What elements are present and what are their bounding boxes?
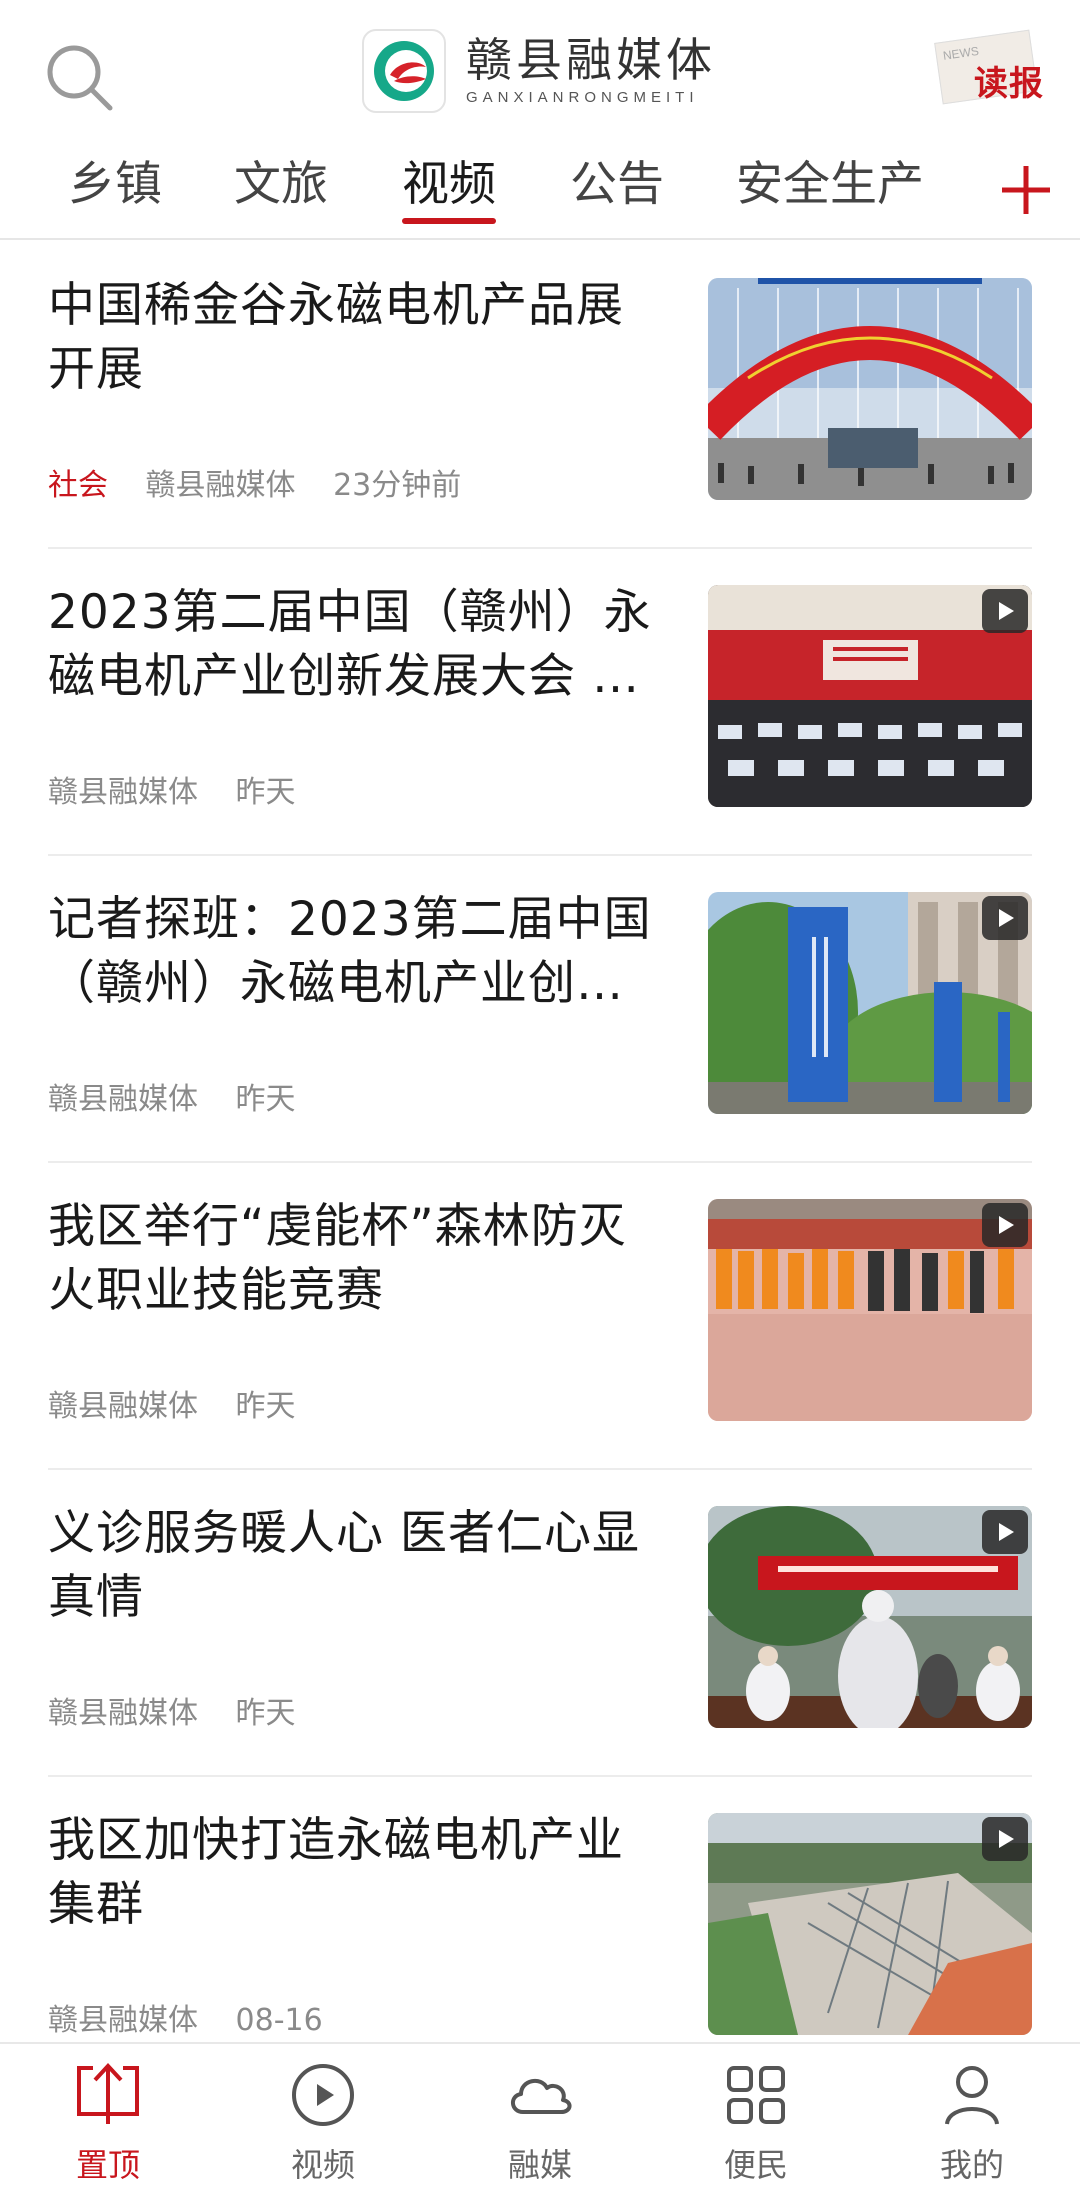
nav-media[interactable]: 融媒 <box>470 2060 610 2190</box>
active-tab-indicator <box>402 218 496 224</box>
news-source: 赣县融媒体 <box>48 2003 198 2038</box>
tab-towns[interactable]: 乡镇 <box>68 150 162 230</box>
bottom-navigation: 置顶 视频 融媒 便民 我的 <box>0 2042 1080 2196</box>
news-title: 记者探班：2023第二届中国（赣州）永磁电机产业创… <box>48 892 652 1011</box>
news-thumbnail <box>708 1199 1032 1421</box>
play-icon <box>982 1203 1028 1247</box>
add-channel-button[interactable] <box>996 160 1056 220</box>
news-item[interactable]: 我区加快打造永磁电机产业集群 赣县融媒体 08-16 <box>48 1777 1032 2084</box>
nav-profile[interactable]: 我的 <box>902 2060 1042 2190</box>
news-time: 23分钟前 <box>333 468 462 503</box>
nav-label: 我的 <box>939 2146 1004 2184</box>
brand: 赣县融媒体 GANXIANRONGMEITI <box>362 28 716 114</box>
search-icon <box>47 45 113 111</box>
news-source: 赣县融媒体 <box>48 775 198 810</box>
search-button[interactable] <box>40 38 120 118</box>
news-thumbnail <box>708 585 1032 807</box>
nav-label: 便民 <box>723 2146 788 2184</box>
tab-safety-production[interactable]: 安全生产 <box>736 150 924 230</box>
play-icon <box>982 1817 1028 1861</box>
play-icon <box>982 1510 1028 1554</box>
news-source: 赣县融媒体 <box>48 1696 198 1731</box>
news-title: 我区举行“虔能杯”森林防灭火职业技能竞赛 <box>48 1199 627 1318</box>
news-title: 义诊服务暖人心 医者仁心显真情 <box>48 1506 640 1625</box>
news-source: 赣县融媒体 <box>48 1082 198 1117</box>
nav-label: 置顶 <box>75 2146 140 2184</box>
play-circle-icon <box>292 2064 354 2126</box>
app-header: 赣县融媒体 GANXIANRONGMEITI NEWS 读报 <box>0 0 1080 140</box>
read-newspaper-label: 读报 <box>974 64 1044 104</box>
news-item[interactable]: 我区举行“虔能杯”森林防灭火职业技能竞赛 赣县融媒体 昨天 <box>48 1163 1032 1470</box>
news-time: 昨天 <box>235 1082 296 1117</box>
news-time: 昨天 <box>235 775 296 810</box>
news-category: 社会 <box>48 468 108 503</box>
brand-name: 赣县融媒体 <box>466 33 716 87</box>
news-meta: 社会 赣县融媒体 23分钟前 <box>48 460 489 504</box>
grid-icon <box>727 2066 785 2124</box>
nav-label: 融媒 <box>507 2146 572 2184</box>
tab-announcements[interactable]: 公告 <box>570 150 664 230</box>
news-meta: 赣县融媒体 08-16 <box>48 1995 351 2039</box>
read-newspaper-button[interactable]: NEWS 读报 <box>934 29 1050 108</box>
news-thumbnail <box>708 1506 1032 1728</box>
news-meta: 赣县融媒体 昨天 <box>48 1381 324 1425</box>
news-meta: 赣县融媒体 昨天 <box>48 1688 324 1732</box>
news-item[interactable]: 义诊服务暖人心 医者仁心显真情 赣县融媒体 昨天 <box>48 1470 1032 1777</box>
user-icon <box>945 2066 999 2125</box>
news-meta: 赣县融媒体 昨天 <box>48 1074 324 1118</box>
news-item[interactable]: 中国稀金谷永磁电机产品展开展 社会 赣县融媒体 23分钟前 <box>48 242 1032 549</box>
news-title: 中国稀金谷永磁电机产品展开展 <box>48 278 624 397</box>
news-source: 赣县融媒体 <box>145 468 296 503</box>
tab-culture-tourism[interactable]: 文旅 <box>234 150 328 230</box>
news-title: 2023第二届中国（赣州）永磁电机产业创新发展大会 … <box>48 585 652 704</box>
nav-top[interactable]: 置顶 <box>38 2060 178 2190</box>
brand-subtitle: GANXIANRONGMEITI <box>466 89 699 106</box>
cloud-icon <box>511 2078 572 2114</box>
news-thumbnail <box>708 278 1032 500</box>
news-time: 昨天 <box>235 1696 296 1731</box>
plus-icon <box>1002 166 1050 214</box>
news-title: 我区加快打造永磁电机产业集群 <box>48 1813 624 1932</box>
news-time: 昨天 <box>235 1389 296 1424</box>
top-arrow-icon <box>77 2063 139 2124</box>
news-thumbnail <box>708 1813 1032 2035</box>
play-icon <box>982 896 1028 940</box>
news-meta: 赣县融媒体 昨天 <box>48 767 324 811</box>
brand-logo <box>362 29 446 113</box>
news-source: 赣县融媒体 <box>48 1389 198 1424</box>
nav-label: 视频 <box>290 2146 355 2184</box>
channel-tabs: 乡镇 文旅 视频 公告 安全生产 <box>0 140 1080 240</box>
news-item[interactable]: 2023第二届中国（赣州）永磁电机产业创新发展大会 … 赣县融媒体 昨天 <box>48 549 1032 856</box>
news-item[interactable]: 记者探班：2023第二届中国（赣州）永磁电机产业创… 赣县融媒体 昨天 <box>48 856 1032 1163</box>
play-icon <box>982 589 1028 633</box>
nav-video[interactable]: 视频 <box>253 2060 393 2190</box>
nav-services[interactable]: 便民 <box>686 2060 826 2190</box>
news-thumbnail <box>708 892 1032 1114</box>
news-time: 08-16 <box>235 2003 323 2038</box>
